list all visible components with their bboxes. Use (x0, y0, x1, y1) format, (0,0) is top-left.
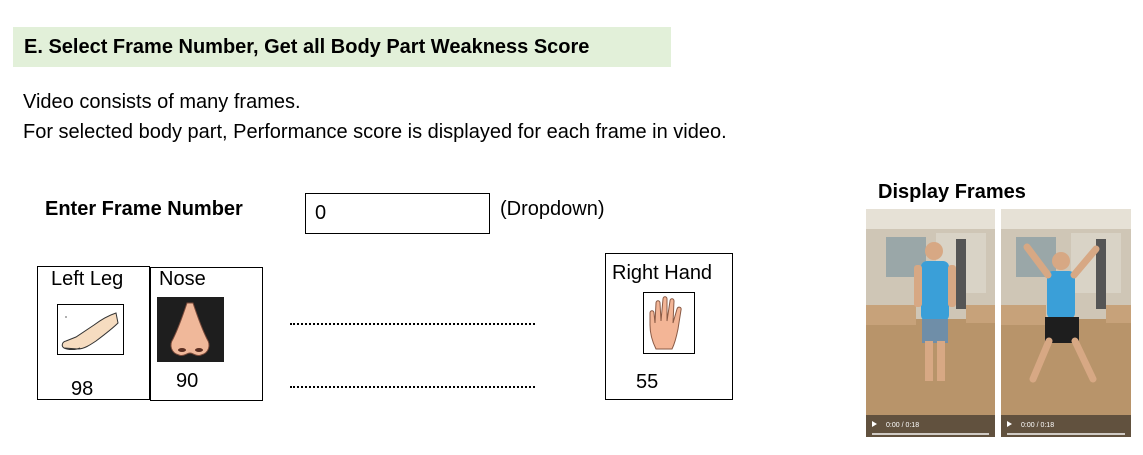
section-title: E. Select Frame Number, Get all Body Par… (24, 35, 590, 58)
video-time: 0:00 / 0:18 (1021, 422, 1055, 429)
ellipsis-row-2 (290, 386, 535, 388)
section-header: E. Select Frame Number, Get all Body Par… (13, 27, 671, 67)
video-time: 0:00 / 0:18 (886, 422, 920, 429)
body-part-card-nose[interactable]: Nose 90 (150, 267, 263, 401)
body-part-score: 98 (71, 378, 94, 400)
hand-icon (643, 292, 695, 354)
body-part-label: Left Leg (51, 268, 124, 290)
video-frame-1[interactable]: 0:00 / 0:18 (866, 209, 995, 437)
description-line-1: Video consists of many frames. (23, 91, 301, 113)
description-line-2: For selected body part, Performance scor… (23, 121, 727, 143)
frame-number-label: Enter Frame Number (45, 198, 243, 220)
nose-icon (157, 297, 224, 362)
body-part-card-right-hand[interactable]: Right Hand 55 (605, 253, 733, 400)
body-part-score: 90 (176, 370, 199, 392)
ellipsis-row-1 (290, 323, 535, 325)
frame-number-input[interactable] (305, 193, 490, 234)
body-part-label: Right Hand (612, 262, 713, 284)
body-part-label: Nose (159, 268, 206, 290)
body-part-card-left-leg[interactable]: Left Leg 98 (37, 266, 150, 400)
dropdown-note: (Dropdown) (500, 198, 605, 220)
video-frame-2[interactable]: 0:00 / 0:18 (1001, 209, 1131, 437)
leg-icon (57, 304, 124, 355)
display-frames-title: Display Frames (878, 181, 1026, 203)
body-part-score: 55 (636, 371, 659, 393)
